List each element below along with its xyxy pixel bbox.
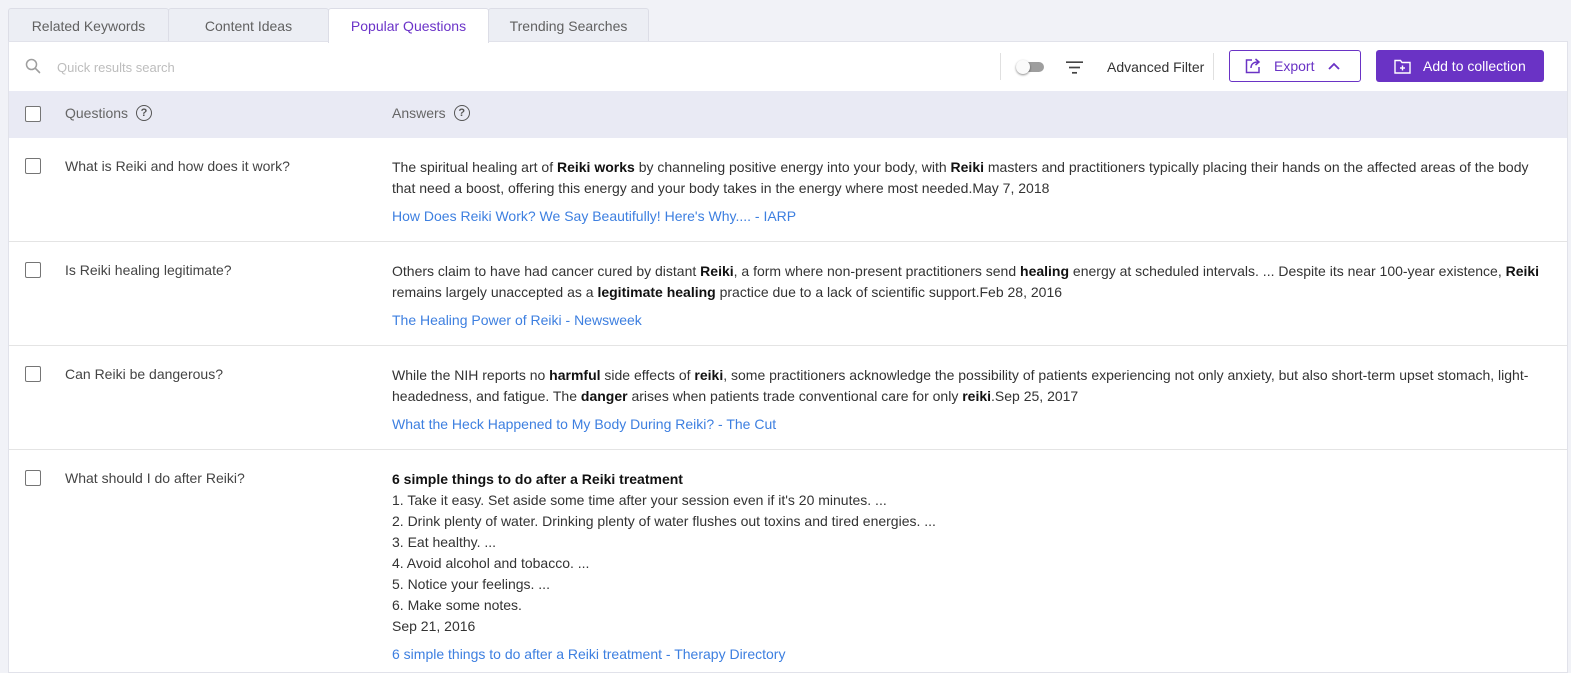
answer-text: Others claim to have had cancer cured by… bbox=[392, 263, 1540, 300]
answer-list-item: 6. Make some notes. bbox=[392, 597, 522, 613]
question-text: Can Reiki be dangerous? bbox=[65, 366, 223, 382]
quick-search-input[interactable] bbox=[57, 54, 657, 80]
row-checkbox[interactable] bbox=[25, 262, 41, 278]
folder-add-icon bbox=[1394, 59, 1411, 74]
add-to-collection-button[interactable]: Add to collection bbox=[1376, 50, 1544, 82]
row-checkbox[interactable] bbox=[25, 366, 41, 382]
search-icon bbox=[25, 58, 41, 74]
help-icon[interactable]: ? bbox=[136, 105, 153, 121]
answer-date: Sep 21, 2016 bbox=[392, 618, 476, 634]
answer-cell: The spiritual healing art of Reiki works… bbox=[392, 157, 1552, 225]
answer-list-item: 3. Eat healthy. ... bbox=[392, 534, 497, 550]
add-to-collection-label: Add to collection bbox=[1423, 58, 1526, 74]
answer-list-title: 6 simple things to do after a Reiki trea… bbox=[392, 471, 683, 487]
table-row: What should I do after Reiki? 6 simple t… bbox=[9, 450, 1567, 672]
advanced-filter-label: Advanced Filter bbox=[1107, 59, 1205, 75]
advanced-filter-button[interactable]: Advanced Filter bbox=[1066, 56, 1204, 78]
table-row: Can Reiki be dangerous? While the NIH re… bbox=[9, 346, 1567, 450]
answer-list-item: 5. Notice your feelings. ... bbox=[392, 576, 550, 592]
question-text: What is Reiki and how does it work? bbox=[65, 158, 290, 174]
answers-header: Answers ? bbox=[392, 105, 470, 121]
answer-source-link[interactable]: 6 simple things to do after a Reiki trea… bbox=[392, 645, 1552, 663]
toolbar-divider bbox=[1000, 53, 1001, 80]
answer-source-link[interactable]: How Does Reiki Work? We Say Beautifully!… bbox=[392, 207, 1552, 225]
answer-text: While the NIH reports no harmful side ef… bbox=[392, 367, 1529, 404]
row-checkbox[interactable] bbox=[25, 470, 41, 486]
help-icon[interactable]: ? bbox=[453, 105, 470, 121]
answer-list-item: 1. Take it easy. Set aside some time aft… bbox=[392, 492, 887, 508]
tab-popular-questions[interactable]: Popular Questions bbox=[328, 8, 489, 43]
toolbar: Advanced Filter Export Add to collection bbox=[9, 42, 1567, 91]
questions-header: Questions ? bbox=[65, 105, 153, 121]
select-all-checkbox[interactable] bbox=[25, 106, 41, 122]
toolbar-divider bbox=[1213, 53, 1214, 80]
results-panel: Advanced Filter Export Add to collection… bbox=[8, 41, 1568, 673]
export-icon bbox=[1245, 58, 1262, 74]
tab-content-ideas[interactable]: Content Ideas bbox=[168, 8, 329, 42]
tab-bar: Related Keywords Content Ideas Popular Q… bbox=[8, 8, 649, 43]
table-header: Questions ? Answers ? bbox=[9, 91, 1567, 138]
filter-icon bbox=[1066, 60, 1095, 74]
chevron-up-icon bbox=[1328, 62, 1341, 70]
toggle-knob bbox=[1016, 60, 1030, 74]
results-toggle[interactable] bbox=[1016, 60, 1044, 74]
questions-header-label: Questions bbox=[65, 105, 129, 121]
answer-source-link[interactable]: The Healing Power of Reiki - Newsweek bbox=[392, 311, 1552, 329]
answers-header-label: Answers bbox=[392, 105, 446, 121]
answer-source-link[interactable]: What the Heck Happened to My Body During… bbox=[392, 415, 1552, 433]
export-button[interactable]: Export bbox=[1229, 50, 1361, 82]
question-text: What should I do after Reiki? bbox=[65, 470, 245, 486]
answer-cell: While the NIH reports no harmful side ef… bbox=[392, 365, 1552, 433]
row-checkbox[interactable] bbox=[25, 158, 41, 174]
question-text: Is Reiki healing legitimate? bbox=[65, 262, 232, 278]
answer-cell: 6 simple things to do after a Reiki trea… bbox=[392, 469, 1552, 663]
tab-related-keywords[interactable]: Related Keywords bbox=[8, 8, 169, 42]
table-row: Is Reiki healing legitimate? Others clai… bbox=[9, 242, 1567, 346]
answer-list-item: 2. Drink plenty of water. Drinking plent… bbox=[392, 513, 936, 529]
tab-trending-searches[interactable]: Trending Searches bbox=[488, 8, 649, 42]
export-label: Export bbox=[1274, 58, 1315, 74]
answer-cell: Others claim to have had cancer cured by… bbox=[392, 261, 1552, 329]
answer-list-item: 4. Avoid alcohol and tobacco. ... bbox=[392, 555, 590, 571]
table-row: What is Reiki and how does it work? The … bbox=[9, 138, 1567, 242]
answer-text: The spiritual healing art of Reiki works… bbox=[392, 159, 1529, 196]
